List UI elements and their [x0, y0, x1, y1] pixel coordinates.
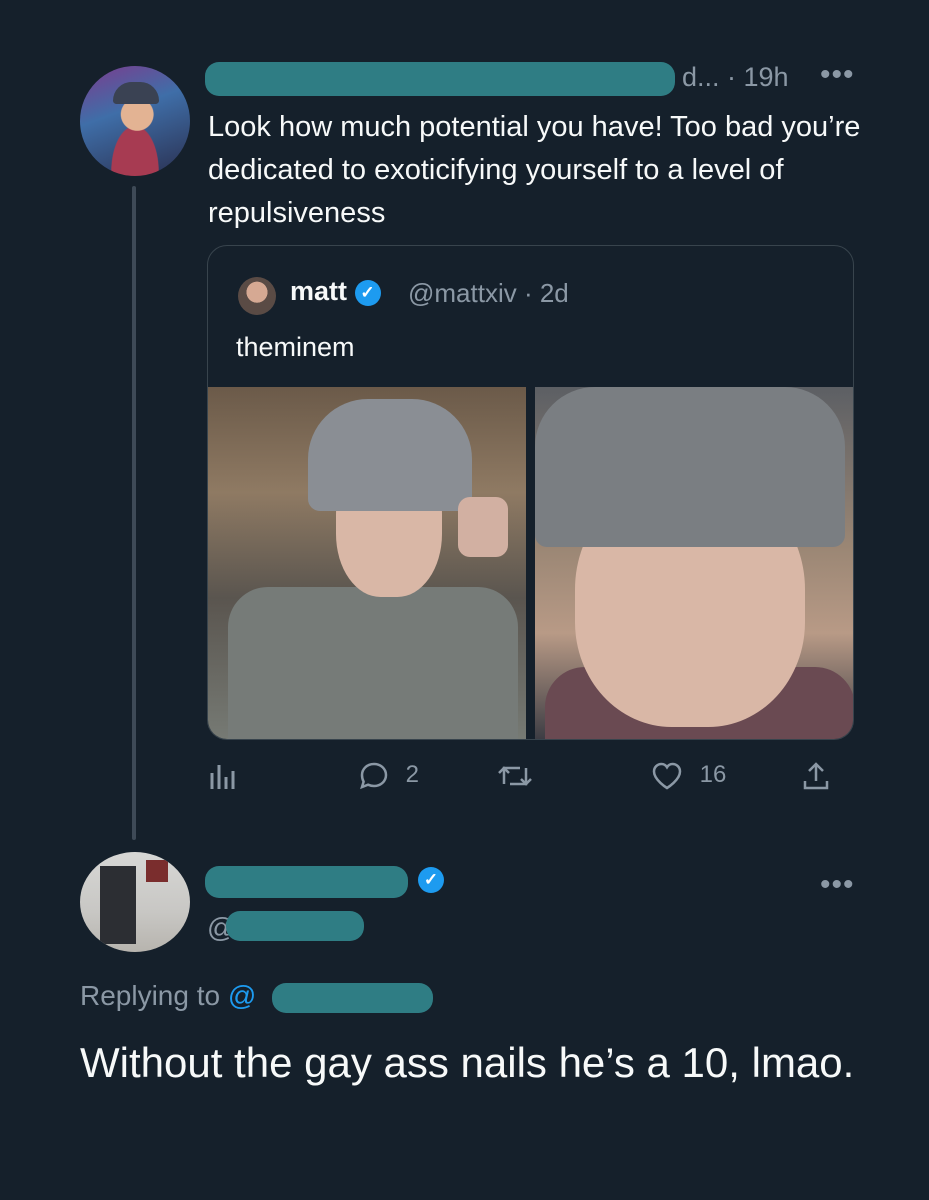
redacted-handle: [226, 911, 364, 941]
replying-to-mention[interactable]: @: [228, 980, 256, 1011]
quoted-photo-left[interactable]: [208, 387, 526, 739]
quoted-text: theminem: [236, 332, 355, 362]
redacted-mention: [272, 983, 433, 1013]
replying-to-label: Replying to: [80, 980, 228, 1011]
more-icon[interactable]: •••: [820, 868, 855, 902]
reply-icon: [360, 762, 388, 789]
redacted-username: [205, 62, 675, 96]
quoted-name-row: matt ✓: [290, 276, 381, 307]
tweet-text: Look how much potential you have! Too ba…: [208, 111, 861, 229]
quoted-photo-right[interactable]: [535, 387, 853, 739]
like-button[interactable]: 16: [651, 752, 726, 798]
analytics-icon[interactable]: [209, 752, 235, 798]
quoted-display-name[interactable]: matt: [290, 276, 347, 306]
redacted-display-name: [205, 866, 408, 898]
reply-count: 2: [405, 761, 420, 788]
verified-icon: ✓: [418, 867, 444, 893]
reply-button[interactable]: 2: [359, 752, 419, 798]
like-icon: [652, 762, 682, 790]
avatar[interactable]: [80, 66, 190, 176]
action-bar: 2 16: [207, 752, 852, 798]
reply-avatar[interactable]: [80, 852, 190, 952]
tweet-timestamp[interactable]: d... · 19h: [682, 60, 789, 94]
quoted-tweet[interactable]: matt ✓ @mattxiv · 2d theminem: [207, 245, 854, 740]
verified-icon: ✓: [354, 279, 381, 306]
quoted-handle-time[interactable]: @mattxiv · 2d: [408, 278, 569, 309]
thread-connector: [132, 186, 136, 840]
retweet-icon: [498, 765, 532, 786]
retweet-button[interactable]: [497, 752, 533, 798]
reply-verified-wrap: ✓: [418, 867, 444, 893]
quoted-avatar[interactable]: [238, 277, 276, 315]
like-count: 16: [699, 761, 727, 788]
reply-text: Without the gay ass nails he’s a 10, lma…: [80, 1039, 855, 1086]
more-icon[interactable]: •••: [820, 58, 855, 92]
share-icon[interactable]: [802, 752, 830, 798]
replying-to: Replying to @: [80, 980, 256, 1012]
